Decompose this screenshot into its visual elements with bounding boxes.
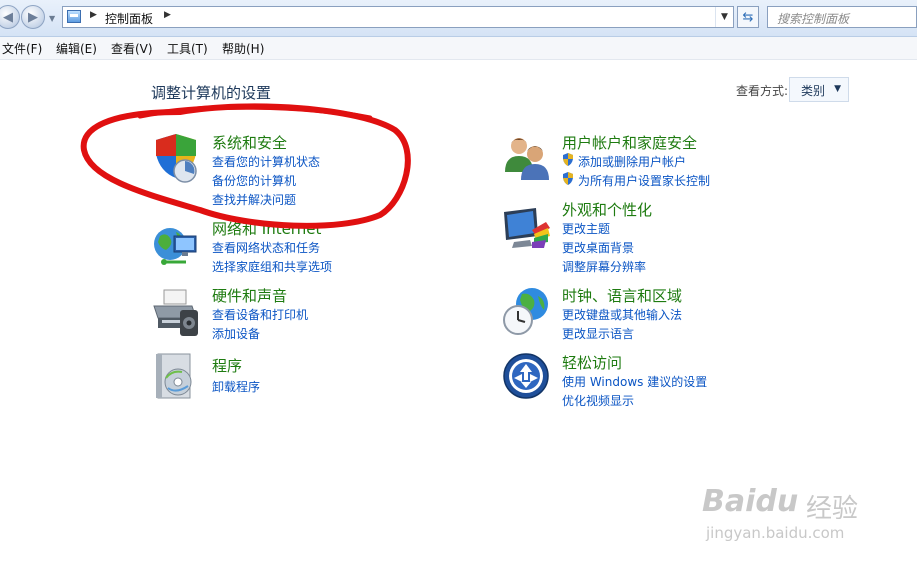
ease-of-access-icon[interactable]: [502, 352, 552, 402]
category-appearance[interactable]: 外观和个性化: [562, 199, 652, 220]
link-optimize-visual-display[interactable]: 优化视频显示: [562, 392, 634, 409]
control-panel-icon: [67, 10, 81, 23]
address-dropdown-icon[interactable]: ▼: [715, 7, 733, 27]
view-by-select[interactable]: 类别 ▼: [789, 77, 849, 102]
menu-file[interactable]: 文件(F): [2, 40, 42, 57]
link-homegroup-sharing[interactable]: 选择家庭组和共享选项: [212, 258, 332, 275]
baidu-watermark: Baidu 经验 jingyan.baidu.com: [700, 480, 900, 550]
programs-disc-icon[interactable]: [152, 352, 202, 402]
forward-button[interactable]: ▶: [21, 5, 45, 29]
menu-bar: 文件(F) 编辑(E) 查看(V) 工具(T) 帮助(H): [0, 37, 917, 60]
link-network-status[interactable]: 查看网络状态和任务: [212, 239, 320, 256]
view-by-value: 类别: [801, 84, 826, 98]
watermark-brand: Baidu: [702, 484, 799, 519]
dropdown-arrow-icon: ▼: [834, 84, 841, 94]
search-input[interactable]: 搜索控制面板: [767, 6, 917, 28]
printer-icon[interactable]: [152, 288, 202, 338]
menu-tools[interactable]: 工具(T): [167, 40, 208, 57]
category-ease-of-access[interactable]: 轻松访问: [562, 352, 622, 373]
breadcrumb-separator-icon[interactable]: ▶: [90, 10, 97, 20]
view-by-label: 查看方式:: [736, 84, 789, 98]
uac-shield-icon: [563, 172, 573, 185]
link-add-device[interactable]: 添加设备: [212, 325, 260, 342]
recent-pages-chevron-icon[interactable]: ▼: [49, 14, 55, 23]
category-system-security[interactable]: 系统和安全: [212, 132, 287, 153]
link-recommended-settings[interactable]: 使用 Windows 建议的设置: [562, 373, 707, 390]
link-display-language[interactable]: 更改显示语言: [562, 325, 634, 342]
link-uninstall-program[interactable]: 卸载程序: [212, 378, 260, 395]
watermark-url: jingyan.baidu.com: [706, 524, 845, 542]
users-icon[interactable]: [502, 134, 552, 184]
category-programs[interactable]: 程序: [212, 355, 242, 376]
uac-shield-icon: [563, 153, 573, 166]
link-view-computer-status[interactable]: 查看您的计算机状态: [212, 153, 320, 170]
menu-edit[interactable]: 编辑(E): [56, 40, 97, 57]
link-parental-controls[interactable]: 为所有用户设置家长控制: [578, 172, 710, 189]
link-add-remove-accounts[interactable]: 添加或删除用户帐户: [578, 153, 686, 170]
link-troubleshoot[interactable]: 查找并解决问题: [212, 191, 296, 208]
shield-security-icon[interactable]: [152, 134, 202, 184]
link-devices-printers[interactable]: 查看设备和打印机: [212, 306, 308, 323]
breadcrumb-separator-icon[interactable]: ▶: [164, 10, 171, 20]
arrow-left-icon: ◀: [3, 9, 13, 25]
category-clock-language-region[interactable]: 时钟、语言和区域: [562, 285, 682, 306]
refresh-icon: ⇆: [742, 9, 754, 25]
menu-help[interactable]: 帮助(H): [222, 40, 264, 57]
link-backup-computer[interactable]: 备份您的计算机: [212, 172, 296, 189]
watermark-brand-cn: 经验: [806, 494, 859, 524]
page-title: 调整计算机的设置: [151, 84, 272, 102]
clock-globe-icon[interactable]: [502, 286, 552, 336]
category-user-accounts[interactable]: 用户帐户和家庭安全: [562, 132, 697, 153]
arrow-right-icon: ▶: [28, 9, 38, 25]
network-globe-icon[interactable]: [152, 222, 202, 272]
category-network-internet[interactable]: 网络和 Internet: [212, 218, 321, 239]
link-desktop-background[interactable]: 更改桌面背景: [562, 239, 634, 256]
refresh-button[interactable]: ⇆: [737, 6, 759, 28]
breadcrumb-control-panel[interactable]: 控制面板: [105, 10, 153, 27]
navigation-bar: ◀ ▶ ▼ ▶ 控制面板 ▶ ▼ ⇆ 搜索控制面板: [0, 0, 917, 37]
category-hardware-sound[interactable]: 硬件和声音: [212, 285, 287, 306]
back-button[interactable]: ◀: [0, 5, 20, 29]
link-change-theme[interactable]: 更改主题: [562, 220, 610, 237]
monitor-paint-icon[interactable]: [502, 206, 552, 256]
address-bar[interactable]: ▶ 控制面板 ▶ ▼: [62, 6, 734, 28]
link-change-keyboards[interactable]: 更改键盘或其他输入法: [562, 306, 682, 323]
link-screen-resolution[interactable]: 调整屏幕分辨率: [562, 258, 646, 275]
menu-view[interactable]: 查看(V): [111, 40, 153, 57]
